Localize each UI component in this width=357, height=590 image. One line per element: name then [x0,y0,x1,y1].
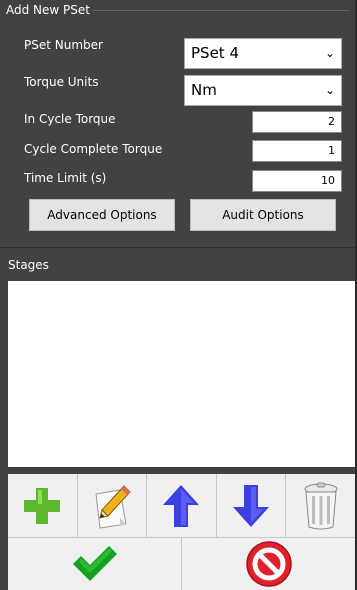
pset-number-label: PSet Number [24,38,103,52]
pset-number-value: PSet 4 [191,44,239,62]
plus-icon [24,487,61,524]
pencil-icon [95,484,131,529]
move-stage-up-button[interactable] [147,474,217,537]
trash-icon [304,482,338,529]
left-edge [0,281,8,590]
title-divider [92,10,349,11]
move-stage-down-button[interactable] [217,474,287,537]
pset-number-select[interactable]: PSet 4 ⌄ [184,38,342,69]
arrow-down-icon [233,484,270,527]
delete-stage-button[interactable] [286,474,355,537]
torque-units-label: Torque Units [24,75,99,89]
dialog-action-bar [8,538,355,590]
arrow-up-icon [163,484,200,527]
no-entry-icon [245,541,292,587]
torque-units-value: Nm [191,81,217,99]
in-cycle-torque-label: In Cycle Torque [24,112,116,126]
edit-stage-button[interactable] [78,474,148,537]
stages-header: Stages [0,247,355,281]
stages-list[interactable] [8,281,355,467]
add-stage-button[interactable] [8,474,78,537]
stages-toolbar [8,474,355,537]
checkmark-icon [72,546,117,581]
chevron-down-icon: ⌄ [324,83,335,97]
torque-units-select[interactable]: Nm ⌄ [184,75,342,106]
chevron-down-icon: ⌄ [324,46,335,60]
audit-options-button[interactable]: Audit Options [190,199,336,231]
cycle-complete-torque-input[interactable]: 1 [252,140,342,162]
confirm-button[interactable] [8,538,182,590]
time-limit-input[interactable]: 10 [252,170,342,192]
cycle-complete-torque-label: Cycle Complete Torque [24,142,163,156]
advanced-options-button[interactable]: Advanced Options [29,199,175,231]
cancel-button[interactable] [182,538,355,590]
time-limit-label: Time Limit (s) [24,171,107,185]
in-cycle-torque-input[interactable]: 2 [252,111,342,133]
